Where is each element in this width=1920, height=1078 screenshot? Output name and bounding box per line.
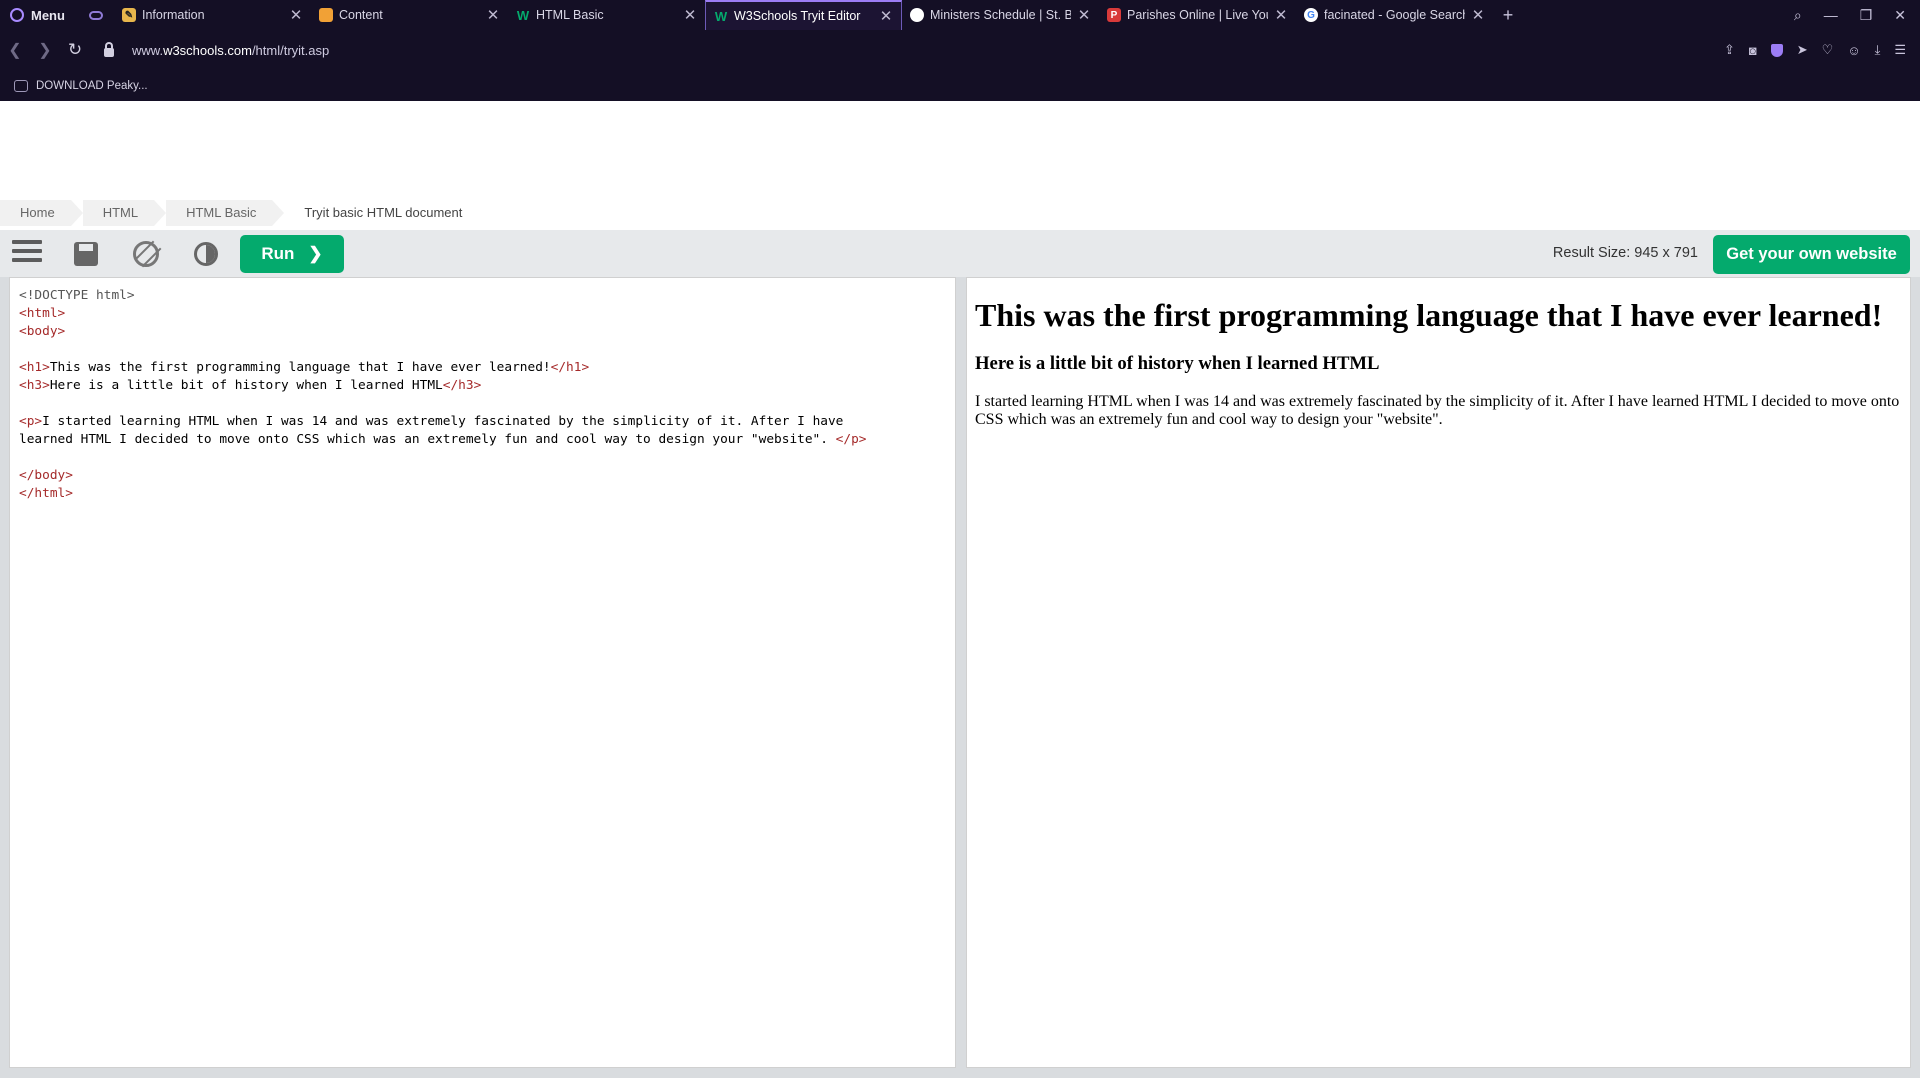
close-tab-icon[interactable]: ✕ [1471,6,1485,24]
heart-icon[interactable]: ♡ [1822,42,1834,58]
url-field[interactable]: www.w3schools.com/html/tryit.asp [132,43,329,58]
video-bookmark-icon [14,79,28,92]
tab-content[interactable]: Content ✕ [311,0,508,30]
new-tab-plus-icon[interactable]: + [1493,0,1523,30]
tab-title: W3Schools Tryit Editor [734,9,861,23]
globe-favicon-icon [910,8,924,22]
run-button[interactable]: Run ❯ [240,235,344,273]
tab-title: facinated - Google Search [1324,8,1465,22]
tab-title: Information [142,8,205,22]
close-tab-icon[interactable]: ✕ [1274,6,1288,24]
editor-workarea: <!DOCTYPE html> <html> <body> <h1>This w… [0,277,1920,1078]
ad-space [0,101,1920,200]
browser-chrome: Menu ✎ Information ✕ Content ✕ W HTML Ba… [0,0,1920,101]
restore-icon[interactable]: ❐ [1860,7,1873,24]
tab-title: HTML Basic [536,8,604,22]
close-window-icon[interactable]: ✕ [1894,7,1906,24]
breadcrumb-current: Tryit basic HTML document [304,205,463,220]
content-favicon-icon [319,8,333,22]
back-icon[interactable]: ❮ [0,40,30,60]
tab-information[interactable]: ✎ Information ✕ [114,0,311,30]
address-bar: ❮ ❯ ↻ www.w3schools.com/html/tryit.asp ⇪… [0,30,1920,70]
tab-tryit-editor[interactable]: W W3Schools Tryit Editor ✕ [705,0,902,30]
parishes-favicon-icon: P [1107,8,1121,22]
code-text: <!DOCTYPE html> <html> <body> <h1>This w… [19,288,867,501]
close-tab-icon[interactable]: ✕ [1077,6,1091,24]
bookmarks-bar: DOWNLOAD Peaky... [0,70,1920,101]
bookmark-item[interactable]: DOWNLOAD Peaky... [36,80,148,92]
tab-title: Ministers Schedule | St. Bar [930,8,1071,22]
close-tab-icon[interactable]: ✕ [683,6,697,24]
opera-menu-button[interactable]: Menu [0,0,78,30]
opera-logo-icon [10,8,24,22]
window-controls: ⌕ — ❐ ✕ [1794,0,1920,30]
result-frame: This was the first programming language … [966,277,1911,1068]
get-own-website-button[interactable]: Get your own website [1713,235,1910,274]
result-paragraph: I started learning HTML when I was 14 an… [975,393,1900,428]
run-label: Run [261,244,295,263]
w3schools-favicon-icon: W [516,7,530,23]
google-favicon-icon: G [1304,8,1318,22]
w3schools-favicon-icon: W [714,8,728,24]
profile-icon[interactable]: ☺ [1847,43,1860,58]
tab-bar: Menu ✎ Information ✕ Content ✕ W HTML Ba… [0,0,1920,30]
result-subheading: Here is a little bit of history when I l… [975,353,1380,374]
snapshot-icon[interactable]: ◙ [1749,43,1757,58]
tab-google-search[interactable]: G facinated - Google Search ✕ [1296,0,1493,30]
breadcrumb-home[interactable]: Home [0,200,83,226]
menu-label: Menu [31,7,65,23]
close-tab-icon[interactable]: ✕ [879,7,893,25]
address-bar-tools: ⇪ ◙ ➤ ♡ ☺ ⤓ ☰ [1724,30,1906,70]
hamburger-menu-icon[interactable] [12,240,42,268]
save-icon[interactable] [74,242,98,266]
vpn-shield-icon[interactable] [1770,43,1783,57]
minimize-icon[interactable]: — [1824,7,1838,23]
dark-mode-icon[interactable] [194,242,218,266]
send-icon[interactable]: ➤ [1797,42,1808,58]
tab-html-basic[interactable]: W HTML Basic ✕ [508,0,705,30]
workspaces-icon[interactable] [78,0,114,30]
tab-ministers-schedule[interactable]: Ministers Schedule | St. Bar ✕ [902,0,1099,30]
lock-icon [104,41,114,57]
forward-icon[interactable]: ❯ [30,40,60,60]
chevron-right-icon: ❯ [308,244,323,263]
reload-icon[interactable]: ↻ [60,40,90,60]
close-tab-icon[interactable]: ✕ [486,6,500,24]
tab-title: Content [339,8,383,22]
result-heading: This was the first programming language … [975,297,1883,333]
breadcrumb-html[interactable]: HTML [82,200,167,226]
breadcrumb-html-basic[interactable]: HTML Basic [166,200,285,226]
close-tab-icon[interactable]: ✕ [289,6,303,24]
download-icon[interactable]: ⤓ [1875,42,1881,58]
tab-title: Parishes Online | Live Your [1127,8,1268,22]
change-orientation-icon[interactable] [133,241,159,267]
result-size: Result Size: 945 x 791 [1552,245,1698,261]
search-tabs-icon[interactable]: ⌕ [1794,7,1802,24]
information-favicon-icon: ✎ [122,8,136,22]
tryit-toolbar: Run ❯ Result Size: 945 x 791 Get your ow… [0,230,1920,277]
tab-parishes-online[interactable]: P Parishes Online | Live Your ✕ [1099,0,1296,30]
easy-setup-icon[interactable]: ☰ [1894,42,1906,58]
breadcrumb: Home HTML HTML Basic Tryit basic HTML do… [0,200,490,226]
code-editor[interactable]: <!DOCTYPE html> <html> <body> <h1>This w… [9,277,956,1068]
share-icon[interactable]: ⇪ [1724,42,1735,58]
